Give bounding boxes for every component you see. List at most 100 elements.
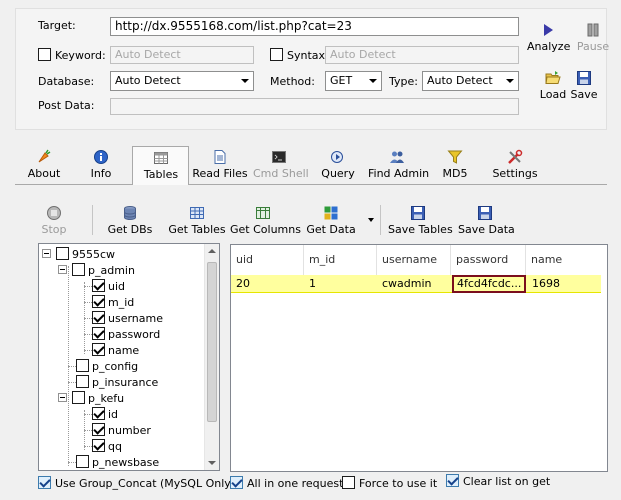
tree-node-column[interactable]: qq (92, 439, 122, 455)
tree-node-column[interactable]: uid (92, 279, 125, 295)
grid-cell[interactable]: 1698 (527, 275, 601, 293)
method-select[interactable]: GET (325, 71, 382, 91)
database-select[interactable]: Auto Detect (110, 71, 254, 91)
type-select[interactable]: Auto Detect (422, 71, 519, 91)
tab-md5[interactable]: MD5 (440, 149, 470, 180)
force-checkbox[interactable] (342, 476, 355, 489)
scroll-thumb[interactable] (207, 262, 217, 422)
get-data-label: Get Data (306, 223, 356, 236)
get-dbs-button[interactable]: Get DBs (106, 205, 154, 236)
tree-checkbox[interactable] (92, 343, 105, 356)
tab-info-label: Info (90, 167, 112, 180)
save-data-button[interactable]: Save Data (458, 205, 515, 236)
tree-label: id (108, 408, 119, 421)
grid-cell[interactable]: 1 (304, 275, 377, 293)
tree-checkbox[interactable] (92, 311, 105, 324)
collapse-icon[interactable] (42, 249, 51, 258)
tree-node-table[interactable]: p_admin (58, 263, 135, 279)
force-label: Force to use it (359, 477, 438, 490)
column-header[interactable]: uid (231, 245, 304, 275)
tree-checkbox[interactable] (76, 359, 89, 372)
get-data-button[interactable]: Get Data (306, 205, 356, 236)
tree-node-table[interactable]: p_insurance (76, 375, 158, 391)
schema-tree[interactable]: 9555cw p_admin uid m_id username passwor… (38, 243, 220, 471)
tree-node-table[interactable]: p_newsbase (76, 455, 159, 470)
syntax-checkbox[interactable] (270, 48, 283, 61)
tab-cmd-shell[interactable]: Cmd Shell (253, 149, 309, 180)
tab-settings[interactable]: Settings (492, 149, 538, 180)
get-tables-button[interactable]: Get Tables (168, 205, 226, 236)
save-tables-button[interactable]: Save Tables (388, 205, 453, 236)
tab-read-files-label: Read Files (192, 167, 248, 180)
tab-tables[interactable]: Tables (136, 150, 186, 181)
target-label: Target: (38, 19, 76, 32)
data-grid[interactable]: uid m_id username password name 20 1 cwa… (230, 244, 608, 472)
collapse-icon[interactable] (58, 265, 67, 274)
tree-checkbox[interactable] (76, 375, 89, 388)
column-header[interactable]: password (451, 245, 526, 275)
tab-read-files[interactable]: Read Files (192, 149, 248, 180)
tree-checkbox[interactable] (92, 407, 105, 420)
collapse-icon[interactable] (58, 393, 67, 402)
column-header[interactable]: m_id (304, 245, 377, 275)
keyword-input[interactable]: Auto Detect (110, 46, 254, 64)
tab-tables-label: Tables (143, 168, 179, 181)
stop-button[interactable]: Stop (38, 205, 70, 236)
tree-node-column[interactable]: id (92, 407, 118, 423)
carrot-icon (38, 149, 51, 163)
tree-node-table[interactable]: p_kefu (58, 391, 124, 407)
scroll-down-icon[interactable] (208, 461, 216, 465)
tree-node-column[interactable]: password (92, 327, 160, 343)
save-label: Save (570, 88, 598, 101)
postdata-input[interactable] (110, 98, 519, 115)
tree-checkbox[interactable] (92, 423, 105, 436)
load-button[interactable]: Load (538, 70, 568, 101)
tree-checkbox[interactable] (56, 247, 69, 260)
get-columns-button[interactable]: Get Columns (230, 205, 301, 236)
get-data-dropdown-arrow[interactable] (368, 218, 374, 222)
column-header[interactable]: name (526, 245, 601, 275)
save-button[interactable]: Save (570, 70, 598, 101)
tree-scrollbar[interactable] (204, 244, 219, 470)
tree-node-column[interactable]: name (92, 343, 139, 359)
scroll-up-icon[interactable] (208, 249, 216, 253)
analyze-button[interactable]: Analyze (527, 22, 570, 53)
syntax-input[interactable]: Auto Detect (325, 46, 519, 64)
tree-node-column[interactable]: m_id (92, 295, 134, 311)
postdata-label: Post Data: (38, 99, 95, 112)
method-select-value: GET (330, 74, 353, 87)
tree-connector (84, 430, 92, 431)
tree-checkbox[interactable] (92, 439, 105, 452)
play-icon (544, 24, 553, 36)
tree-checkbox[interactable] (92, 327, 105, 340)
tree-checkbox[interactable] (72, 263, 85, 276)
group-concat-checkbox[interactable] (38, 476, 51, 489)
column-header[interactable]: username (377, 245, 451, 275)
keyword-checkbox[interactable] (38, 48, 51, 61)
tree-checkbox[interactable] (72, 391, 85, 404)
grid-cell-focused[interactable]: 4fcd4fcdc... (452, 275, 526, 293)
tab-query[interactable]: Query (319, 149, 357, 180)
tab-about-label: About (27, 167, 61, 180)
tab-find-admin[interactable]: Find Admin (368, 149, 429, 180)
tree-node-database[interactable]: 9555cw (42, 247, 115, 263)
tree-node-table[interactable]: p_config (76, 359, 138, 375)
tab-about[interactable]: About (24, 149, 64, 180)
pause-icon (587, 23, 599, 37)
clear-list-checkbox[interactable] (446, 474, 459, 487)
table-row[interactable]: 20 1 cwadmin 4fcd4fcdc... 1698 (231, 275, 601, 293)
tree-checkbox[interactable] (92, 295, 105, 308)
tree-checkbox[interactable] (76, 455, 89, 468)
tab-md5-label: MD5 (442, 167, 468, 180)
tree-node-column[interactable]: username (92, 311, 163, 327)
tree-node-column[interactable]: number (92, 423, 151, 439)
tree-checkbox[interactable] (92, 279, 105, 292)
pause-button[interactable]: Pause (574, 22, 612, 53)
tree-label: uid (108, 280, 126, 293)
grid-cell[interactable]: cwadmin (377, 275, 451, 293)
all-in-one-checkbox[interactable] (230, 476, 243, 489)
grid-cell[interactable]: 20 (231, 275, 304, 293)
target-input[interactable]: http://dx.9555168.com/list.php?cat=23 (110, 17, 519, 36)
toolbar-separator (380, 205, 381, 235)
tab-info[interactable]: Info (84, 149, 118, 180)
